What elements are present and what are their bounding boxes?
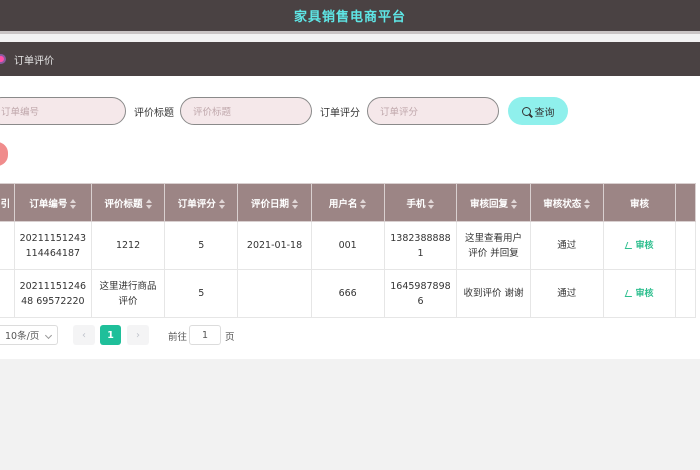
sort-icon[interactable] bbox=[360, 199, 367, 209]
breadcrumb-dot-icon bbox=[0, 54, 6, 64]
title-input[interactable]: 评价标题 bbox=[180, 97, 312, 125]
cell-phone: 16459878986 bbox=[383, 269, 458, 318]
cell-reply: 这里查看用户评价 并回复 bbox=[456, 221, 531, 270]
cell-order-no: 2021115124648 69572220 bbox=[13, 269, 92, 318]
sort-icon[interactable] bbox=[584, 199, 591, 209]
main-content: 订单编号 评价标题 评价标题 订单评分 订单评分 查询 引 订单编号 评价标题 … bbox=[0, 76, 700, 359]
sort-icon[interactable] bbox=[510, 199, 517, 209]
cell-score: 5 bbox=[164, 269, 239, 318]
breadcrumb: 订单评价 bbox=[0, 42, 700, 76]
cell-extra bbox=[675, 221, 696, 270]
cell-title: 1212 bbox=[90, 221, 166, 270]
prev-page-button[interactable]: ‹ bbox=[73, 325, 95, 345]
cell-order-no: 20211151243114464187 bbox=[13, 221, 92, 270]
col-header-title[interactable]: 评价标题 bbox=[90, 183, 166, 222]
search-icon bbox=[521, 106, 531, 116]
cell-status: 通过 bbox=[529, 221, 604, 270]
sort-icon[interactable] bbox=[70, 199, 77, 209]
cell-reply: 收到评价 谢谢 bbox=[456, 269, 531, 318]
cell-index bbox=[0, 269, 15, 318]
score-input[interactable]: 订单评分 bbox=[367, 97, 499, 125]
page-unit-label: 页 bbox=[225, 332, 235, 343]
review-table: 引 订单编号 评价标题 订单评分 评价日期 用户名 手机 审核回复 审核状态 审… bbox=[0, 183, 696, 318]
audit-button[interactable]: 审核 bbox=[624, 241, 654, 251]
sort-icon[interactable] bbox=[218, 199, 225, 209]
app-title: 家具销售电商平台 bbox=[293, 10, 406, 25]
goto-page-input[interactable]: 1 bbox=[189, 325, 221, 345]
pagination: 10条/页 ‹ 1 › 前往 1 页 bbox=[0, 325, 700, 345]
order-no-input[interactable]: 订单编号 bbox=[0, 97, 126, 125]
page-size-select[interactable]: 10条/页 bbox=[0, 325, 58, 345]
col-header-reply[interactable]: 审核回复 bbox=[456, 183, 531, 222]
col-header-username[interactable]: 用户名 bbox=[310, 183, 385, 222]
search-button-label: 查询 bbox=[534, 107, 555, 119]
cell-username: 001 bbox=[310, 221, 385, 270]
chevron-down-icon bbox=[44, 331, 53, 340]
breadcrumb-label: 订单评价 bbox=[14, 55, 54, 67]
table-header-row: 引 订单编号 评价标题 订单评分 评价日期 用户名 手机 审核回复 审核状态 审… bbox=[0, 183, 696, 222]
col-header-score[interactable]: 订单评分 bbox=[164, 183, 239, 222]
cell-status: 通过 bbox=[529, 269, 604, 318]
cell-score: 5 bbox=[164, 221, 239, 270]
cell-audit: 审核 bbox=[602, 221, 677, 270]
table-row: 20211151243114464187 1212 5 2021-01-18 0… bbox=[0, 221, 696, 270]
search-form: 订单编号 评价标题 评价标题 订单评分 订单评分 查询 bbox=[0, 97, 700, 125]
cell-date: 2021-01-18 bbox=[237, 221, 312, 270]
page-number-current[interactable]: 1 bbox=[100, 325, 121, 345]
cell-phone: 13823888881 bbox=[383, 221, 458, 270]
next-page-button[interactable]: › bbox=[127, 325, 149, 345]
cell-audit: 审核 bbox=[602, 269, 677, 318]
audit-button[interactable]: 审核 bbox=[624, 289, 654, 299]
edit-icon bbox=[624, 289, 634, 297]
col-header-status[interactable]: 审核状态 bbox=[529, 183, 604, 222]
cell-username: 666 bbox=[310, 269, 385, 318]
col-header-phone[interactable]: 手机 bbox=[383, 183, 458, 222]
edit-icon bbox=[624, 241, 634, 249]
cell-extra bbox=[675, 269, 696, 318]
sort-icon[interactable] bbox=[428, 199, 435, 209]
col-header-date[interactable]: 评价日期 bbox=[237, 183, 312, 222]
action-button[interactable] bbox=[0, 142, 8, 166]
top-header: 家具销售电商平台 bbox=[0, 0, 700, 34]
goto-label: 前往 bbox=[168, 332, 188, 343]
search-button[interactable]: 查询 bbox=[508, 97, 568, 125]
cell-date bbox=[237, 269, 312, 318]
title-label: 评价标题 bbox=[134, 108, 174, 119]
table-row: 2021115124648 69572220 这里进行商品评价 5 666 16… bbox=[0, 269, 696, 318]
col-header-audit: 审核 bbox=[602, 183, 677, 222]
col-header-index: 引 bbox=[0, 183, 15, 222]
sort-icon[interactable] bbox=[292, 199, 299, 209]
cell-title: 这里进行商品评价 bbox=[90, 269, 166, 318]
page-size-value: 10条/页 bbox=[5, 331, 40, 342]
cell-index bbox=[0, 221, 15, 270]
score-label: 订单评分 bbox=[320, 108, 360, 119]
sort-icon[interactable] bbox=[145, 199, 152, 209]
col-header-extra bbox=[675, 183, 696, 222]
col-header-order-no[interactable]: 订单编号 bbox=[13, 183, 92, 222]
